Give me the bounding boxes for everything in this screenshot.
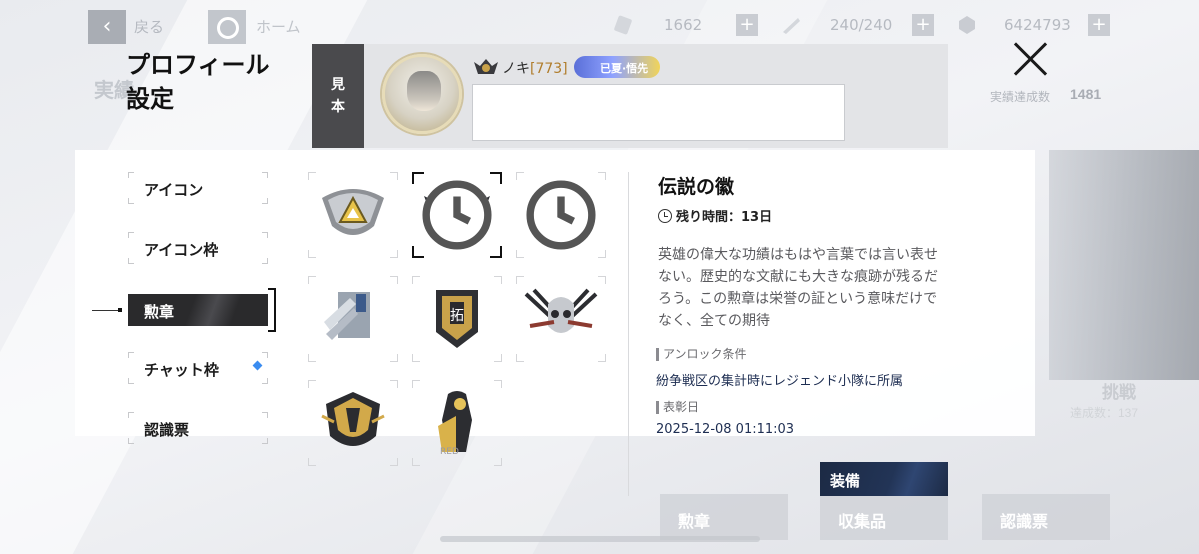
rank-badge: 已夏·悟先 bbox=[574, 56, 660, 78]
medal-gold-crest-icon bbox=[321, 392, 385, 446]
nav-item-icon[interactable]: アイコン bbox=[128, 172, 268, 204]
scroll-indicator bbox=[440, 536, 760, 542]
medal-blue-shield-icon bbox=[324, 292, 370, 340]
challenge-count-label: 達成数：137 bbox=[1070, 406, 1139, 420]
resource-2-add-button[interactable]: + bbox=[912, 14, 934, 36]
medal-legend-bronze-slot[interactable] bbox=[516, 172, 606, 258]
svg-text:拓: 拓 bbox=[450, 308, 464, 324]
medal-hooded-figure-icon: RED bbox=[438, 391, 472, 457]
medal-gold-plate-slot[interactable]: 拓 bbox=[412, 276, 502, 362]
timed-clock-icon bbox=[422, 180, 492, 250]
avatar bbox=[382, 54, 462, 134]
panel-divider bbox=[628, 172, 629, 496]
medal-gold-plate-icon: 拓 bbox=[436, 290, 478, 348]
home-button[interactable] bbox=[208, 10, 246, 44]
challenge-label: 挑戦 bbox=[1102, 383, 1136, 402]
back-button[interactable]: ‹ bbox=[88, 10, 126, 44]
nav-item-label: チャット枠 bbox=[144, 361, 219, 379]
unlock-condition-label: アンロック条件 bbox=[656, 348, 747, 361]
chevron-left-icon: ‹ bbox=[102, 14, 112, 39]
player-name: ノキ[773] bbox=[502, 58, 568, 78]
player-name-text: ノキ bbox=[502, 61, 530, 77]
achievement-count: 1481 bbox=[1070, 86, 1102, 102]
nav-item-label: アイコン bbox=[144, 181, 204, 199]
remaining-time: 残り時間：13日 bbox=[658, 206, 772, 225]
achievement-label: 実績達成数 bbox=[990, 90, 1051, 104]
medal-skull-swords-icon bbox=[524, 288, 598, 333]
profile-preview: 見 本 ノキ[773] 已夏·悟先 bbox=[312, 44, 948, 148]
nav-item-label: 勲章 bbox=[144, 303, 175, 321]
close-button[interactable] bbox=[1008, 36, 1054, 82]
preview-tag: 見 本 bbox=[312, 44, 364, 148]
nav-item-label: アイコン枠 bbox=[144, 241, 219, 259]
medal-blue-shield-slot[interactable] bbox=[308, 276, 398, 362]
preview-tag-line2: 本 bbox=[331, 99, 345, 115]
preview-tag-line1: 見 bbox=[331, 77, 345, 93]
resource-3-add-button[interactable]: + bbox=[1088, 14, 1110, 36]
resource-1-value: 1662 bbox=[664, 16, 703, 34]
back-label: 戻る bbox=[134, 18, 165, 36]
medal-skull-swords-slot[interactable] bbox=[516, 276, 606, 362]
unlock-condition-value: 紛争戦区の集計時にレジェンド小隊に所属 bbox=[656, 374, 904, 389]
award-date-label: 表彰日 bbox=[656, 401, 699, 414]
medal-description: 英雄の偉大な功績はもはや言葉では言い表せない。歴史的な文献にも大きな痕跡が残るだ… bbox=[658, 247, 938, 329]
stamina-icon bbox=[783, 18, 800, 34]
remaining-time-text: 残り時間：13日 bbox=[676, 210, 773, 225]
active-nav-dot bbox=[118, 308, 122, 312]
award-date-value: 2025-12-08 01:11:03 bbox=[656, 422, 795, 437]
bottom-tab-tag[interactable]: 認識票 bbox=[982, 494, 1110, 540]
modal-title-line1: プロフィール bbox=[126, 51, 270, 79]
svg-text:RED: RED bbox=[440, 447, 459, 457]
equip-button[interactable]: 装備 bbox=[820, 462, 948, 496]
modal-title-line2: 設定 bbox=[126, 85, 174, 113]
resource-3-value: 6424793 bbox=[1004, 16, 1071, 34]
medal-legend-wings-slot[interactable] bbox=[412, 172, 502, 258]
medal-triangle-shield-icon bbox=[322, 189, 384, 235]
nav-item-tag[interactable]: 認識票 bbox=[128, 412, 268, 444]
medal-triangle-shield-slot[interactable] bbox=[308, 172, 398, 258]
bottom-tab-medal[interactable]: 勲章 bbox=[660, 494, 788, 540]
bottom-tab-collection[interactable]: 収集品 bbox=[820, 494, 948, 540]
player-level: [773] bbox=[530, 61, 568, 77]
home-label: ホーム bbox=[256, 18, 301, 36]
medal-gold-crest-slot[interactable] bbox=[308, 380, 398, 466]
medal-hooded-figure-slot[interactable]: RED bbox=[412, 380, 502, 466]
clock-icon bbox=[658, 209, 672, 223]
modal-title: プロフィール 設定 bbox=[126, 48, 270, 116]
nav-item-chat-frame[interactable]: チャット枠 bbox=[128, 352, 268, 384]
resource-2-value: 240/240 bbox=[830, 16, 893, 34]
coin-icon bbox=[959, 16, 975, 34]
medal-title: 伝説の徽 bbox=[658, 176, 735, 198]
background-character bbox=[1049, 150, 1199, 380]
active-nav-bracket bbox=[268, 288, 276, 332]
nav-item-medal[interactable]: 勲章 bbox=[128, 294, 268, 326]
nav-item-label: 認識票 bbox=[144, 421, 190, 439]
ticket-icon bbox=[614, 15, 632, 35]
equipped-medal-icon bbox=[474, 59, 498, 74]
nav-item-icon-frame[interactable]: アイコン枠 bbox=[128, 232, 268, 264]
resource-1-add-button[interactable]: + bbox=[736, 14, 758, 36]
profile-message-field[interactable] bbox=[472, 84, 845, 141]
timed-clock-icon bbox=[526, 180, 596, 250]
